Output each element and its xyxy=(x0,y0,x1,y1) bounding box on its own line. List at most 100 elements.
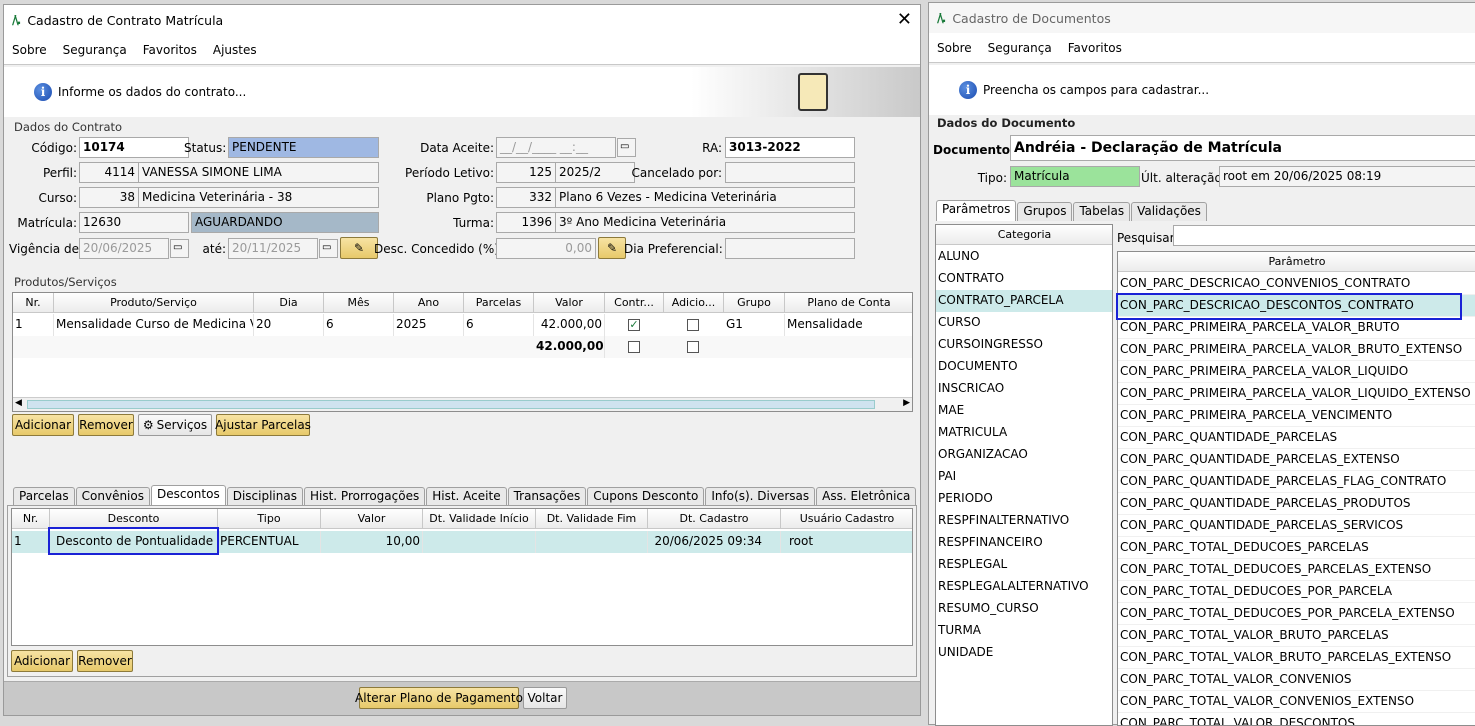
add-product-button[interactable]: Adicionar xyxy=(12,414,74,436)
documento-field[interactable]: Andréia - Declaração de Matrícula xyxy=(1010,135,1475,161)
list-item[interactable]: CON_PARC_TOTAL_DEDUCOES_POR_PARCELA_EXTE… xyxy=(1118,603,1475,625)
list-item[interactable]: RESPFINANCEIRO xyxy=(936,532,1112,554)
col-header[interactable]: Nr. xyxy=(13,293,54,313)
list-item[interactable]: CON_PARC_DESCRICAO_CONVENIOS_CONTRATO xyxy=(1118,273,1475,295)
calendar-icon[interactable]: ▭ xyxy=(617,138,636,157)
perfil-id-field[interactable]: 4114 xyxy=(79,162,139,183)
turma-id-field[interactable]: 1396 xyxy=(496,212,556,233)
menu-favoritos[interactable]: Favoritos xyxy=(143,43,197,57)
list-item[interactable]: TURMA xyxy=(936,620,1112,642)
list-item[interactable]: CON_PARC_QUANTIDADE_PARCELAS_PRODUTOS xyxy=(1118,493,1475,515)
scroll-left-icon[interactable]: ◀ xyxy=(15,398,22,408)
tab-descontos[interactable]: Descontos xyxy=(150,485,226,506)
list-item[interactable]: CON_PARC_TOTAL_DEDUCOES_PARCELAS xyxy=(1118,537,1475,559)
list-item[interactable]: CON_PARC_TOTAL_VALOR_DESCONTOS xyxy=(1118,713,1475,725)
list-item[interactable]: CON_PARC_QUANTIDADE_PARCELAS_EXTENSO xyxy=(1118,449,1475,471)
tab-ass-eletronica[interactable]: Ass. Eletrônica xyxy=(816,487,917,506)
list-item[interactable]: CONTRATO xyxy=(936,268,1112,290)
col-header[interactable]: Tipo xyxy=(218,509,321,529)
col-header[interactable]: Categoria xyxy=(936,225,1112,245)
list-item[interactable]: ALUNO xyxy=(936,246,1112,268)
remove-product-button[interactable]: Remover xyxy=(78,414,134,436)
menu-ajustes[interactable]: Ajustes xyxy=(213,43,257,57)
col-header[interactable]: Grupo xyxy=(724,293,785,313)
col-header[interactable]: Dt. Validade Fim xyxy=(536,509,648,529)
list-item[interactable]: CON_PARC_TOTAL_VALOR_CONVENIOS_EXTENSO xyxy=(1118,691,1475,713)
contr-checkbox[interactable]: ✓ xyxy=(628,319,640,331)
ra-field[interactable]: 3013-2022 xyxy=(725,137,855,158)
back-button[interactable]: Voltar xyxy=(523,687,567,709)
calendar-icon[interactable]: ▭ xyxy=(319,239,338,258)
change-payment-plan-button[interactable]: Alterar Plano de Pagamento xyxy=(355,687,523,709)
adjust-installments-button[interactable]: Ajustar Parcelas xyxy=(215,414,311,436)
adic-checkbox[interactable] xyxy=(687,319,699,331)
remove-discount-button[interactable]: Remover xyxy=(77,650,133,672)
col-header[interactable]: Parâmetro xyxy=(1118,252,1475,272)
col-header[interactable]: Plano de Conta xyxy=(785,293,912,313)
edit-pencil-button[interactable]: ✎ xyxy=(340,237,378,259)
col-header[interactable]: Usuário Cadastro xyxy=(781,509,912,529)
menu-sobre[interactable]: Sobre xyxy=(12,43,47,57)
vigencia-ate-field[interactable]: 20/11/2025 xyxy=(228,238,318,259)
col-header[interactable]: Produto/Serviço xyxy=(54,293,254,313)
list-item[interactable]: ORGANIZACAO xyxy=(936,444,1112,466)
col-header[interactable]: Dt. Cadastro xyxy=(648,509,781,529)
adic-checkbox[interactable] xyxy=(687,341,699,353)
list-item[interactable]: CON_PARC_PRIMEIRA_PARCELA_VALOR_LIQUIDO_… xyxy=(1118,383,1475,405)
col-header[interactable]: Nr. xyxy=(12,509,50,529)
tab-info-diversas[interactable]: Info(s). Diversas xyxy=(705,487,816,506)
col-header[interactable]: Mês xyxy=(324,293,394,313)
col-header[interactable]: Ano xyxy=(394,293,464,313)
menu-seguranca[interactable]: Segurança xyxy=(63,43,127,57)
search-input[interactable] xyxy=(1173,225,1475,246)
list-item[interactable]: CON_PARC_PRIMEIRA_PARCELA_VALOR_BRUTO xyxy=(1118,317,1475,339)
col-header[interactable]: Dt. Validade Início xyxy=(423,509,536,529)
desc-field[interactable]: 0,00 xyxy=(496,238,596,259)
list-item[interactable]: CON_PARC_TOTAL_DEDUCOES_PARCELAS_EXTENSO xyxy=(1118,559,1475,581)
list-item[interactable]: RESPFINALTERNATIVO xyxy=(936,510,1112,532)
scroll-right-icon[interactable]: ▶ xyxy=(903,398,910,408)
list-item[interactable]: INSCRICAO xyxy=(936,378,1112,400)
col-header[interactable]: Valor xyxy=(321,509,423,529)
list-item[interactable]: CON_PARC_QUANTIDADE_PARCELAS_SERVICOS xyxy=(1118,515,1475,537)
list-item[interactable]: CURSOINGRESSO xyxy=(936,334,1112,356)
tab-grupos[interactable]: Grupos xyxy=(1017,202,1073,221)
data-aceite-field[interactable]: __/__/____ __:__ xyxy=(496,137,616,158)
scroll-thumb[interactable] xyxy=(27,400,875,409)
list-item[interactable]: CON_PARC_QUANTIDADE_PARCELAS_FLAG_CONTRA… xyxy=(1118,471,1475,493)
tab-validacoes[interactable]: Validações xyxy=(1131,202,1207,221)
curso-id-field[interactable]: 38 xyxy=(79,187,139,208)
tab-convenios[interactable]: Convênios xyxy=(75,487,150,506)
menu-seguranca[interactable]: Segurança xyxy=(988,41,1052,55)
list-item[interactable]: CONTRATO_PARCELA xyxy=(936,290,1112,312)
tab-hist-aceite[interactable]: Hist. Aceite xyxy=(426,487,507,506)
col-header[interactable]: Valor xyxy=(534,293,605,313)
tab-parametros[interactable]: Parâmetros xyxy=(936,200,1017,221)
list-item[interactable]: CON_PARC_TOTAL_VALOR_BRUTO_PARCELAS xyxy=(1118,625,1475,647)
vigencia-de-field[interactable]: 20/06/2025 xyxy=(79,238,169,259)
table-row[interactable]: 1 Mensalidade Curso de Medicina Ve... 20… xyxy=(13,314,912,336)
horizontal-scrollbar[interactable]: ◀ ▶ xyxy=(13,397,912,411)
tab-hist-prorrogacoes[interactable]: Hist. Prorrogações xyxy=(303,487,426,506)
list-item[interactable]: PAI xyxy=(936,466,1112,488)
edit-pencil-button[interactable]: ✎ xyxy=(598,237,626,259)
list-item[interactable]: RESPLEGALALTERNATIVO xyxy=(936,576,1112,598)
col-header[interactable]: Dia xyxy=(254,293,324,313)
menu-favoritos[interactable]: Favoritos xyxy=(1068,41,1122,55)
services-button[interactable]: ⚙ Serviços xyxy=(138,414,212,436)
codigo-field[interactable]: 10174 xyxy=(79,137,189,158)
close-icon[interactable]: ✕ xyxy=(897,9,912,30)
contr-checkbox[interactable] xyxy=(628,341,640,353)
col-header[interactable]: Parcelas xyxy=(464,293,534,313)
periodo-id-field[interactable]: 125 xyxy=(496,162,556,183)
col-header[interactable]: Contr... xyxy=(605,293,664,313)
list-item[interactable]: PERIODO xyxy=(936,488,1112,510)
list-item[interactable]: MAE xyxy=(936,400,1112,422)
list-item[interactable]: UNIDADE xyxy=(936,642,1112,664)
list-item[interactable]: CURSO xyxy=(936,312,1112,334)
list-item[interactable]: MATRICULA xyxy=(936,422,1112,444)
list-item[interactable]: RESPLEGAL xyxy=(936,554,1112,576)
calendar-icon[interactable]: ▭ xyxy=(170,239,189,258)
plano-id-field[interactable]: 332 xyxy=(496,187,556,208)
col-header[interactable]: Desconto xyxy=(50,509,218,529)
